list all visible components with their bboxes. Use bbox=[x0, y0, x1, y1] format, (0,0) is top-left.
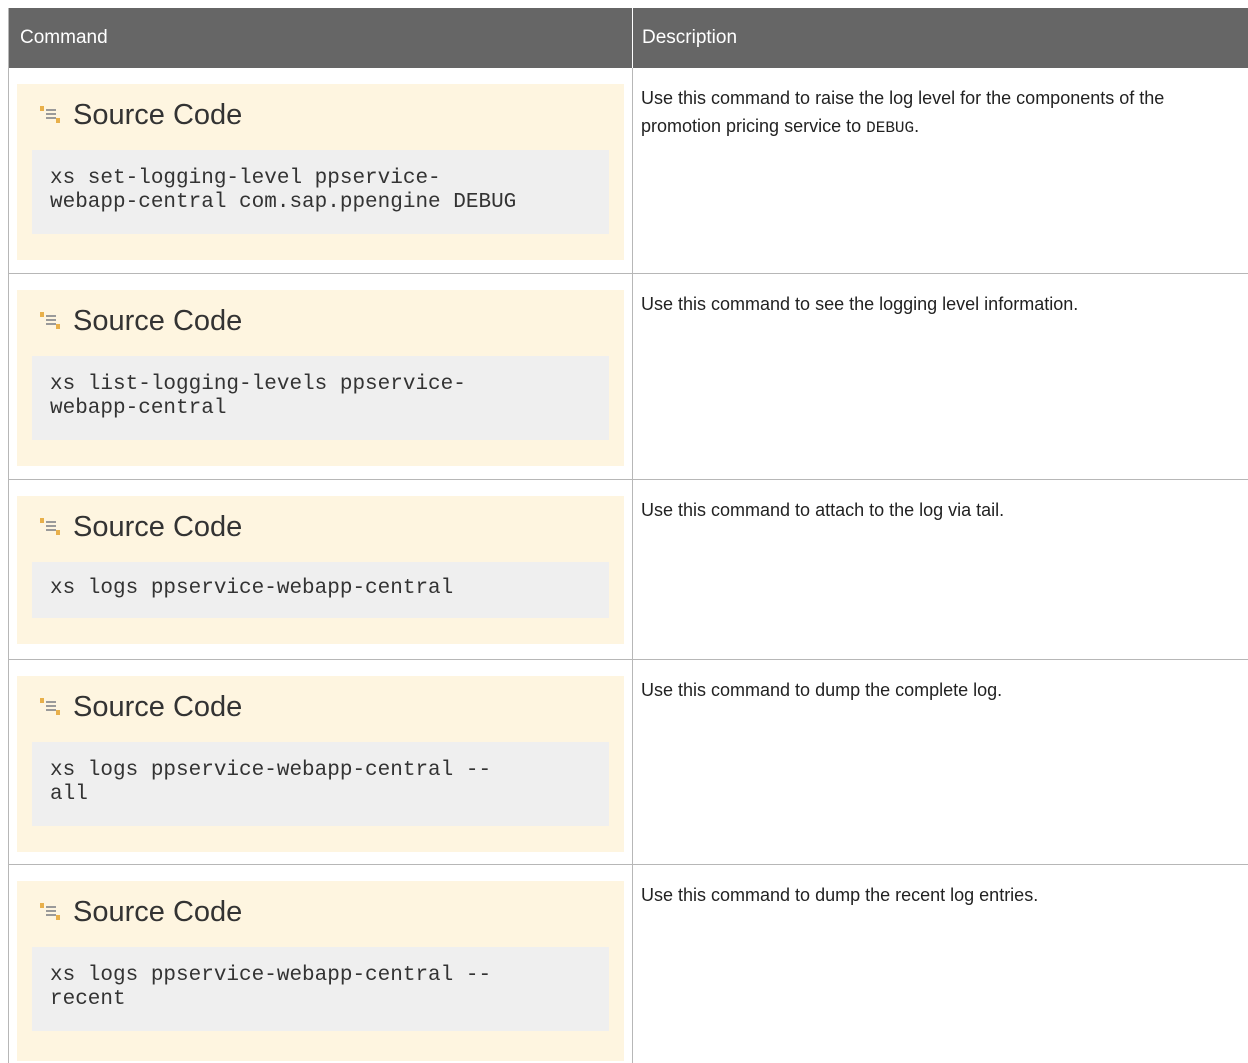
code-snippet[interactable]: xs set-logging-level ppservice- webapp-c… bbox=[32, 150, 609, 234]
description-code: DEBUG bbox=[866, 119, 915, 137]
command-cell: Source Code xs list-logging-levels ppser… bbox=[9, 274, 633, 479]
source-code-icon bbox=[40, 312, 60, 329]
description-text-end: . bbox=[914, 116, 920, 136]
command-cell: Source Code xs logs ppservice-webapp-cen… bbox=[9, 660, 633, 864]
source-code-icon bbox=[40, 698, 60, 715]
description-cell: Use this command to dump the complete lo… bbox=[633, 660, 1248, 864]
source-code-icon bbox=[40, 106, 60, 123]
code-title-label: Source Code bbox=[73, 690, 243, 723]
code-title-label: Source Code bbox=[73, 895, 243, 928]
description-cell: Use this command to dump the recent log … bbox=[633, 865, 1248, 1063]
command-cell: Source Code xs logs ppservice-webapp-cen… bbox=[9, 865, 633, 1063]
code-title: Source Code bbox=[32, 676, 609, 738]
description-cell: Use this command to raise the log level … bbox=[633, 68, 1248, 273]
table-row: Source Code xs set-logging-level ppservi… bbox=[9, 68, 1248, 274]
description-text: Use this command to see the logging leve… bbox=[641, 294, 1079, 314]
code-title: Source Code bbox=[32, 290, 609, 352]
table-row: Source Code xs logs ppservice-webapp-cen… bbox=[9, 480, 1248, 660]
command-cell: Source Code xs set-logging-level ppservi… bbox=[9, 68, 633, 273]
source-code-icon bbox=[40, 903, 60, 920]
code-snippet[interactable]: xs logs ppservice-webapp-central -- rece… bbox=[32, 947, 609, 1031]
description-cell: Use this command to attach to the log vi… bbox=[633, 480, 1248, 659]
code-title-label: Source Code bbox=[73, 98, 243, 131]
header-description: Description bbox=[642, 27, 738, 48]
code-title: Source Code bbox=[32, 84, 609, 146]
source-code-block: Source Code xs logs ppservice-webapp-cen… bbox=[17, 676, 624, 852]
code-snippet[interactable]: xs logs ppservice-webapp-central -- all bbox=[32, 742, 609, 826]
description-text: Use this command to attach to the log vi… bbox=[641, 500, 1005, 520]
code-title: Source Code bbox=[32, 496, 609, 558]
header-command: Command bbox=[9, 8, 633, 68]
source-code-block: Source Code xs set-logging-level ppservi… bbox=[17, 84, 624, 260]
description-cell: Use this command to see the logging leve… bbox=[633, 274, 1248, 479]
source-code-icon bbox=[40, 518, 60, 535]
commands-table: Command Description Source Code xs set-l… bbox=[8, 8, 1248, 1063]
source-code-block: Source Code xs logs ppservice-webapp-cen… bbox=[17, 881, 624, 1061]
table-header: Command Description bbox=[9, 8, 1248, 68]
table-row: Source Code xs logs ppservice-webapp-cen… bbox=[9, 865, 1248, 1063]
code-title: Source Code bbox=[32, 881, 609, 943]
source-code-block: Source Code xs logs ppservice-webapp-cen… bbox=[17, 496, 624, 644]
code-snippet[interactable]: xs logs ppservice-webapp-central bbox=[32, 562, 609, 618]
source-code-block: Source Code xs list-logging-levels ppser… bbox=[17, 290, 624, 466]
table-row: Source Code xs logs ppservice-webapp-cen… bbox=[9, 660, 1248, 865]
command-cell: Source Code xs logs ppservice-webapp-cen… bbox=[9, 480, 633, 659]
description-text: Use this command to dump the recent log … bbox=[641, 885, 1039, 905]
code-title-label: Source Code bbox=[73, 510, 243, 543]
table-row: Source Code xs list-logging-levels ppser… bbox=[9, 274, 1248, 480]
code-title-label: Source Code bbox=[73, 304, 243, 337]
code-snippet[interactable]: xs list-logging-levels ppservice- webapp… bbox=[32, 356, 609, 440]
description-text: Use this command to dump the complete lo… bbox=[641, 680, 1003, 700]
